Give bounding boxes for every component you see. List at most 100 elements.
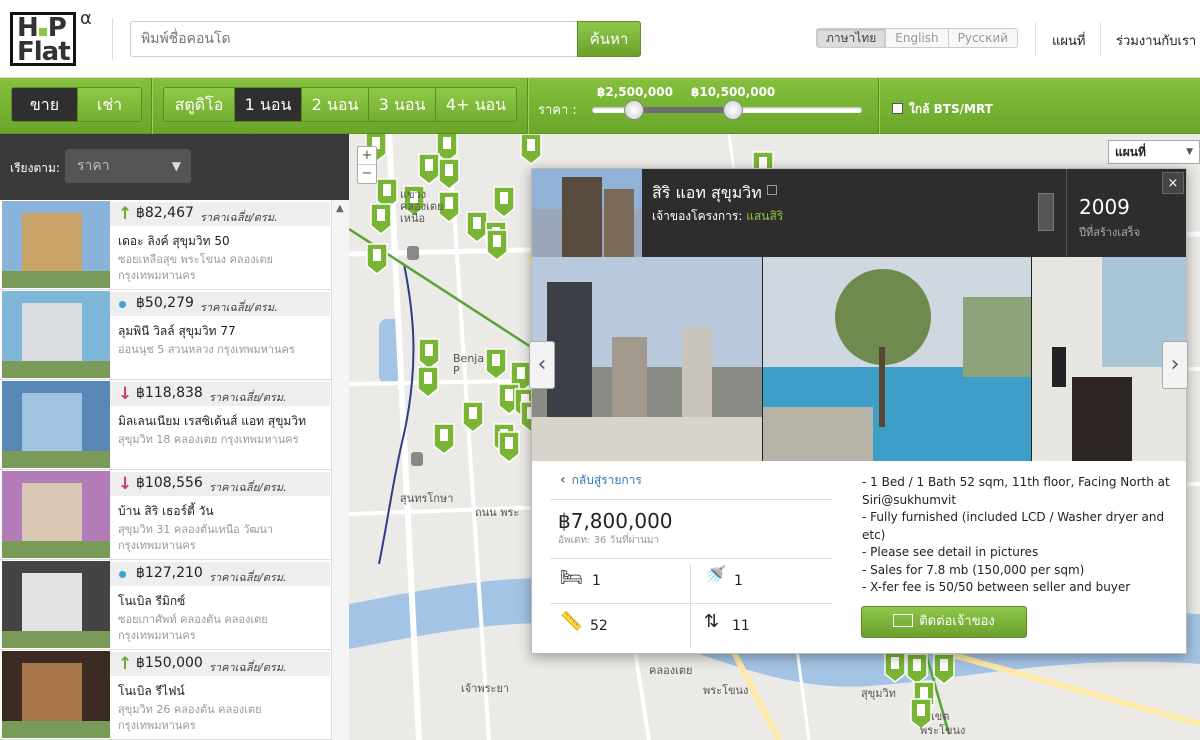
property-detail-card: สิริ แอท สุขุมวิท เจ้าของโครงการ: แสนสิร…: [529, 168, 1188, 654]
listing-item[interactable]: ↓ ฿118,838 ราคาเฉลี่ย/ตรม. มิลเลนเนียม เรสซ…: [0, 380, 349, 470]
room-3bed[interactable]: 3 นอน: [368, 88, 435, 121]
description-line: - Sales for 7.8 mb (150,000 per sqm): [862, 562, 1085, 577]
lang-thai[interactable]: ภาษาไทย: [817, 29, 886, 47]
bts-checkbox[interactable]: [892, 103, 903, 114]
listing-name: ลุมพินี วิลล์ สุขุมวิท 77: [118, 324, 236, 338]
listing-address: สุขุมวิท 26 คลองตัน คลองเตย กรุงเทพมหานค…: [118, 703, 262, 732]
logo-mark: H P Flat: [10, 12, 76, 66]
search-button[interactable]: ค้นหา: [577, 21, 641, 57]
gallery-photo-city[interactable]: [532, 257, 762, 461]
mode-sale[interactable]: ขาย: [12, 88, 77, 121]
listing-item[interactable]: ฿50,279 ราคาเฉลี่ย/ตรม. ลุมพินี วิลล์ สุขุ…: [0, 290, 349, 380]
nav-careers-link[interactable]: ร่วมงานกับเรา: [1116, 30, 1196, 51]
map-label: สุนทรโกษา: [400, 492, 454, 505]
listing-scrollbar[interactable]: ▲: [331, 200, 349, 740]
divider: [690, 564, 691, 648]
gallery-prev-button[interactable]: ‹: [529, 341, 555, 389]
search-input[interactable]: [130, 21, 578, 57]
contact-owner-button[interactable]: ติดต่อเจ้าของ: [861, 606, 1027, 638]
room-studio[interactable]: สตูดิโอ: [164, 88, 234, 121]
completion-year-label: ปีที่สร้างเสร็จ: [1079, 226, 1141, 239]
listing-description: - 1 Bed / 1 Bath 52 sqm, 11th floor, Fac…: [862, 474, 1172, 597]
trend-down-icon: ↓: [118, 474, 133, 494]
listing-name: มิลเลนเนียม เรสซิเด้นส์ แอท สุขุมวิท: [118, 414, 306, 428]
listing-price-unit: ราคาเฉลี่ย/ตรม.: [200, 301, 278, 314]
listing-price-unit: ราคาเฉลี่ย/ตรม.: [209, 661, 287, 674]
developer-link[interactable]: แสนสิริ: [746, 209, 783, 223]
floor-number: 11: [732, 618, 750, 634]
bts-label: ใกล้ BTS/MRT: [909, 102, 993, 116]
description-line: - 1 Bed / 1 Bath 52 sqm, 11th floor, Fac…: [862, 475, 1170, 507]
shower-icon: 🚿: [704, 565, 727, 586]
project-title[interactable]: สิริ แอท สุขุมวิท: [652, 181, 762, 206]
external-link-icon[interactable]: [767, 185, 777, 195]
bts-filter[interactable]: ใกล้ BTS/MRT: [892, 100, 993, 119]
zoom-out-button[interactable]: −: [358, 165, 376, 183]
price-min-handle[interactable]: [624, 100, 644, 120]
room-type-toggle: สตูดิโอ 1 นอน 2 นอน 3 นอน 4+ นอน: [163, 87, 517, 122]
listing-avg-price: ฿118,838: [136, 385, 203, 401]
card-header: สิริ แอท สุขุมวิท เจ้าของโครงการ: แสนสิร…: [532, 169, 1186, 257]
price-slider[interactable]: [592, 100, 862, 120]
gallery-photo-pool[interactable]: [763, 257, 1031, 461]
map-label: P: [453, 364, 460, 377]
listing-item[interactable]: ↓ ฿108,556 ราคาเฉลี่ย/ตรม. บ้าน สิริ เธอร์ต…: [0, 470, 349, 560]
filter-divider: [527, 78, 528, 134]
gallery-next-button[interactable]: ›: [1162, 341, 1188, 389]
bed-icon: 🛏: [560, 567, 583, 588]
listing-price-bar: ฿127,210 ราคาเฉลี่ย/ตรม.: [110, 562, 330, 586]
listing-updated: อัพเดท: 36 วันที่ผ่านมา: [558, 535, 660, 546]
listing-item[interactable]: ↑ ฿150,000 ราคาเฉลี่ย/ตรม. โนเบิล รีไฟน์ สุข…: [0, 650, 349, 740]
back-to-list-link[interactable]: ‹ กลับสู่รายการ: [560, 471, 642, 490]
listing-price-bar: ↑ ฿82,467 ราคาเฉลี่ย/ตรม.: [110, 202, 330, 226]
nav-map-link[interactable]: แผนที่: [1052, 30, 1085, 51]
listing-thumbnail: [2, 201, 110, 288]
listing-thumbnail: [2, 471, 110, 558]
divider: [550, 603, 832, 604]
listing-thumbnail: [2, 651, 110, 738]
lang-russian[interactable]: Русский: [947, 29, 1018, 47]
header-divider: [112, 18, 113, 60]
room-2bed[interactable]: 2 นอน: [301, 88, 368, 121]
listing-item[interactable]: ฿127,210 ราคาเฉลี่ย/ตรม. โนเบิล รีมิกซ์ ซอย…: [0, 560, 349, 650]
area-sqm: 52: [590, 618, 608, 634]
close-button[interactable]: ×: [1162, 172, 1184, 194]
sale-rent-toggle: ขาย เช่า: [11, 87, 142, 122]
listing-avg-price: ฿82,467: [136, 205, 194, 221]
map-type-value: แผนที่: [1115, 145, 1146, 159]
map-label: ถนน พระ: [475, 506, 520, 519]
description-line: - X-fer fee is 50/50 between seller and …: [862, 580, 1131, 594]
lang-english[interactable]: English: [885, 29, 948, 47]
logo[interactable]: H P Flat α: [10, 8, 92, 66]
map-type-select[interactable]: แผนที่ ▼: [1108, 140, 1200, 164]
price-max-handle[interactable]: [723, 100, 743, 120]
price-max-value: ฿10,500,000: [691, 85, 776, 99]
listing-price-unit: ราคาเฉลี่ย/ตรม.: [209, 391, 287, 404]
transit-station-icon[interactable]: [407, 246, 419, 260]
listing-name: เดอะ ลิงค์ สุขุมวิท 50: [118, 234, 230, 248]
zoom-control: + −: [357, 146, 377, 184]
sort-select[interactable]: ราคา ▼: [65, 149, 191, 183]
transit-station-icon[interactable]: [411, 452, 423, 466]
listing-avg-price: ฿108,556: [136, 475, 203, 491]
listing-item[interactable]: ↑ ฿82,467 ราคาเฉลี่ย/ตรม. เดอะ ลิงค์ สุขุมว…: [0, 200, 349, 290]
zoom-in-button[interactable]: +: [358, 147, 376, 165]
elevator-icon: ⇅: [704, 611, 720, 632]
header: HPFlat α ค้นหา ภาษาไทย English Русский แ…: [0, 0, 1200, 78]
listing-list: ↑ ฿82,467 ราคาเฉลี่ย/ตรม. เดอะ ลิงค์ สุขุมว…: [0, 200, 349, 740]
map-label: คลองเตย: [649, 664, 693, 677]
listing-thumbnail: [2, 561, 110, 648]
room-4plus[interactable]: 4+ นอน: [435, 88, 516, 121]
developer-label: เจ้าของโครงการ:: [652, 209, 743, 223]
contact-label: ติดต่อเจ้าของ: [919, 614, 995, 629]
filter-divider: [878, 78, 879, 134]
listing-address: อ่อนนุช 5 สวนหลวง กรุงเทพมหานคร: [118, 343, 295, 356]
ruler-icon: 📏: [560, 611, 583, 632]
language-switcher: ภาษาไทย English Русский: [816, 28, 1019, 48]
nav-divider: [1035, 22, 1036, 56]
chevron-down-icon: ▼: [171, 159, 181, 173]
chevron-down-icon: ▼: [1186, 147, 1193, 157]
price-label: ราคา :: [538, 103, 577, 118]
mode-rent[interactable]: เช่า: [77, 88, 141, 121]
room-1bed[interactable]: 1 นอน: [234, 88, 301, 121]
